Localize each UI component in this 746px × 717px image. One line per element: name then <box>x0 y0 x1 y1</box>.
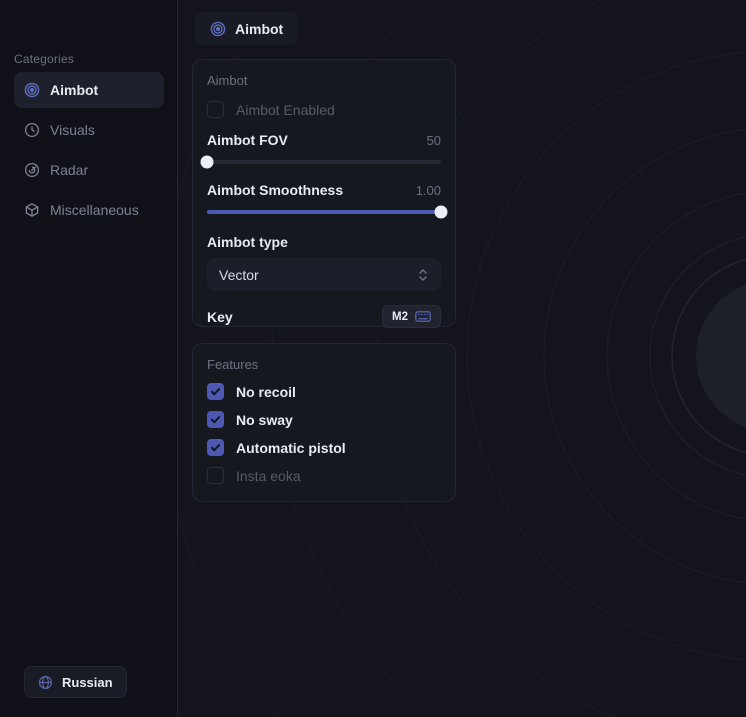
aimbot-type-label: Aimbot type <box>207 234 441 250</box>
smoothness-slider-thumb[interactable] <box>435 205 448 218</box>
aimbot-enabled-label: Aimbot Enabled <box>236 102 335 118</box>
cube-icon <box>24 202 40 218</box>
no-recoil-checkbox[interactable] <box>207 383 224 400</box>
aimbot-enabled-checkbox[interactable] <box>207 101 224 118</box>
sidebar-item-radar[interactable]: Radar <box>14 152 164 188</box>
tab-label: Aimbot <box>235 21 283 37</box>
sidebar-item-aimbot[interactable]: Aimbot <box>14 72 164 108</box>
insta-eoka-checkbox[interactable] <box>207 467 224 484</box>
sidebar-item-label: Aimbot <box>50 82 98 98</box>
card-title: Features <box>207 355 441 372</box>
feature-row-automatic-pistol[interactable]: Automatic pistol <box>207 439 441 456</box>
aimbot-type-select[interactable]: Vector <box>207 258 441 291</box>
sidebar: Categories Aimbot Visuals <box>0 0 178 717</box>
keyboard-icon <box>415 311 431 322</box>
fov-slider-track <box>207 160 441 164</box>
sidebar-item-miscellaneous[interactable]: Miscellaneous <box>14 192 164 228</box>
automatic-pistol-checkbox[interactable] <box>207 439 224 456</box>
fov-slider[interactable] <box>207 155 441 168</box>
smoothness-slider[interactable] <box>207 205 441 218</box>
sidebar-item-visuals[interactable]: Visuals <box>14 112 164 148</box>
visuals-icon <box>24 122 40 138</box>
category-nav: Aimbot Visuals Radar <box>14 72 164 228</box>
language-label: Russian <box>62 675 113 690</box>
categories-heading: Categories <box>14 52 74 66</box>
smoothness-slider-fill <box>207 210 441 214</box>
smoothness-label: Aimbot Smoothness <box>207 182 343 198</box>
fov-header: Aimbot FOV 50 <box>207 132 441 148</box>
target-icon <box>24 82 40 98</box>
key-bind-button[interactable]: M2 <box>382 305 441 328</box>
feature-row-no-recoil[interactable]: No recoil <box>207 383 441 400</box>
insta-eoka-label: Insta eoka <box>236 468 301 484</box>
radar-icon <box>24 162 40 178</box>
fov-value: 50 <box>427 133 441 148</box>
sidebar-item-label: Miscellaneous <box>50 202 139 218</box>
key-label: Key <box>207 309 233 325</box>
automatic-pistol-label: Automatic pistol <box>236 440 346 456</box>
aimbot-enabled-checkbox-row[interactable]: Aimbot Enabled <box>207 101 441 118</box>
smoothness-value: 1.00 <box>416 183 441 198</box>
chevron-up-down-icon <box>417 268 429 282</box>
no-recoil-label: No recoil <box>236 384 296 400</box>
key-binding-value: M2 <box>392 311 408 323</box>
sidebar-item-label: Radar <box>50 162 88 178</box>
globe-icon <box>38 675 53 690</box>
features-card: Features No recoil No sway Automatic pis… <box>192 343 456 502</box>
features-list: No recoil No sway Automatic pistol Insta… <box>207 383 441 484</box>
smoothness-header: Aimbot Smoothness 1.00 <box>207 182 441 198</box>
tab-aimbot[interactable]: Aimbot <box>195 12 298 45</box>
fov-slider-thumb[interactable] <box>201 155 214 168</box>
aimbot-type-selected-value: Vector <box>219 267 259 283</box>
no-sway-label: No sway <box>236 412 293 428</box>
sidebar-item-label: Visuals <box>50 122 95 138</box>
fov-label: Aimbot FOV <box>207 132 288 148</box>
key-row: Key M2 <box>207 305 441 328</box>
feature-row-insta-eoka[interactable]: Insta eoka <box>207 467 441 484</box>
feature-row-no-sway[interactable]: No sway <box>207 411 441 428</box>
aimbot-settings-card: Aimbot Aimbot Enabled Aimbot FOV 50 Aimb… <box>192 59 456 327</box>
card-title: Aimbot <box>207 71 441 88</box>
no-sway-checkbox[interactable] <box>207 411 224 428</box>
target-icon <box>210 21 226 37</box>
language-button[interactable]: Russian <box>24 666 127 698</box>
main-content: Aimbot Aimbot Aimbot Enabled Aimbot FOV … <box>178 0 746 717</box>
